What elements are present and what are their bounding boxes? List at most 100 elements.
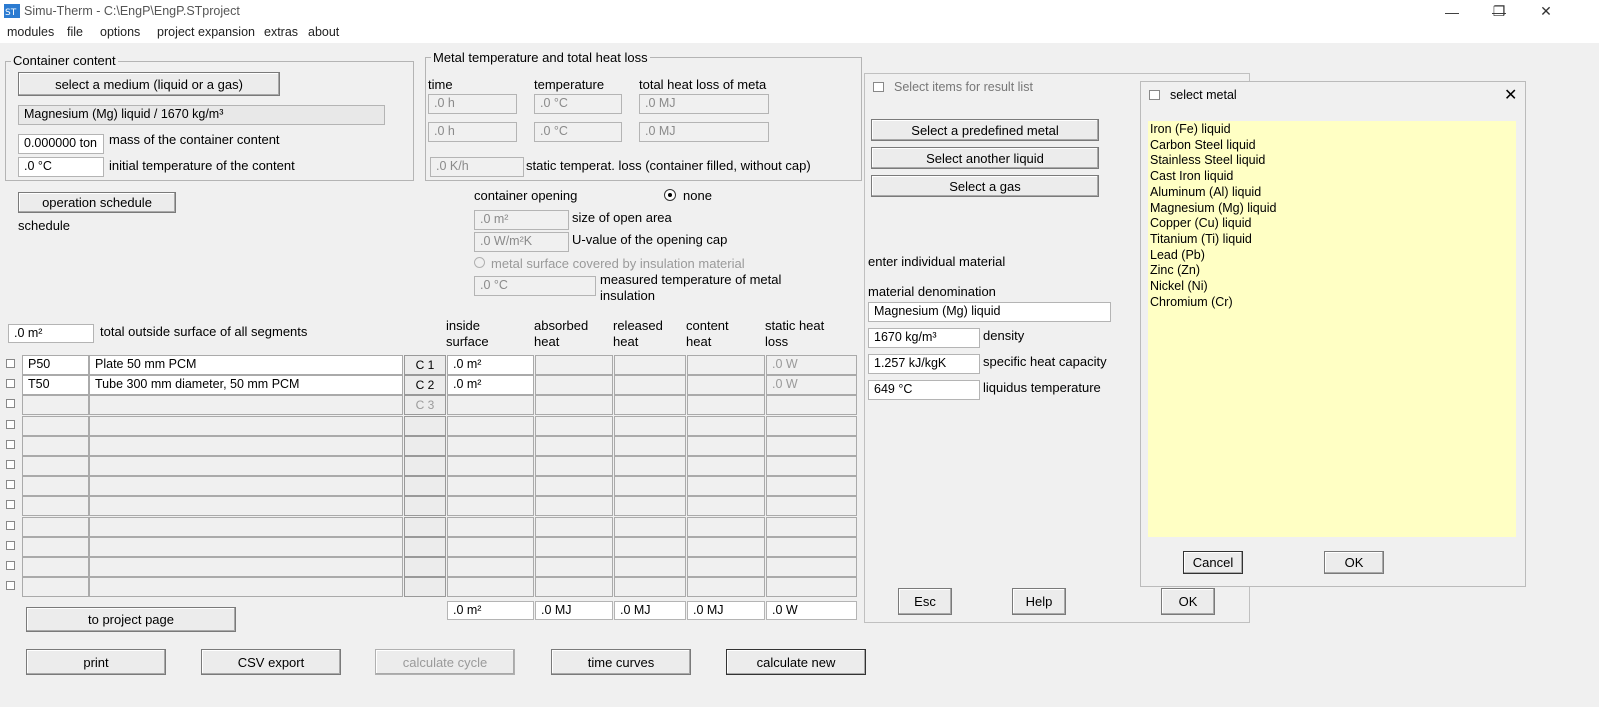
row-code[interactable]: [22, 436, 89, 456]
metal-list-item[interactable]: Magnesium (Mg) liquid: [1150, 201, 1514, 217]
row-segment-button[interactable]: C 1: [404, 355, 446, 375]
metal-dialog-close-icon[interactable]: ✕: [1504, 85, 1517, 105]
metal-list-item[interactable]: Zinc (Zn): [1150, 263, 1514, 279]
denomination-input[interactable]: Magnesium (Mg) liquid: [868, 302, 1111, 322]
radio-none-label: none: [683, 188, 712, 203]
heat-capacity-input[interactable]: 1.257 kJ/kgK: [868, 354, 980, 374]
row-code[interactable]: [22, 476, 89, 496]
row-name[interactable]: [89, 436, 403, 456]
row-code[interactable]: [22, 416, 89, 436]
metal-list-item[interactable]: Carbon Steel liquid: [1150, 138, 1514, 154]
time-curves-button[interactable]: time curves: [551, 649, 691, 675]
metal-list-item[interactable]: Nickel (Ni): [1150, 279, 1514, 295]
row-segment-button[interactable]: C 2: [404, 375, 446, 395]
esc-button[interactable]: Esc: [898, 588, 952, 615]
row-segment-button[interactable]: [404, 416, 446, 436]
help-button[interactable]: Help: [1012, 588, 1066, 615]
menu-options[interactable]: options: [100, 25, 140, 39]
row-checkbox[interactable]: [6, 480, 15, 489]
row-name[interactable]: Tube 300 mm diameter, 50 mm PCM: [89, 375, 403, 395]
radio-insulation[interactable]: [474, 257, 485, 268]
metal-list-item[interactable]: Lead (Pb): [1150, 248, 1514, 264]
row-name[interactable]: [89, 557, 403, 577]
metal-list-item[interactable]: Stainless Steel liquid: [1150, 153, 1514, 169]
row-checkbox[interactable]: [6, 521, 15, 530]
radio-none[interactable]: [664, 189, 676, 201]
row-code[interactable]: [22, 557, 89, 577]
metal-list-item[interactable]: Titanium (Ti) liquid: [1150, 232, 1514, 248]
row-name[interactable]: [89, 577, 403, 597]
row-checkbox[interactable]: [6, 359, 15, 368]
row-name[interactable]: [89, 517, 403, 537]
metal-list-item[interactable]: Chromium (Cr): [1150, 295, 1514, 311]
maximize-button[interactable]: ❐: [1476, 0, 1522, 23]
row-segment-button[interactable]: [404, 436, 446, 456]
row-checkbox[interactable]: [6, 399, 15, 408]
select-gas-button[interactable]: Select a gas: [871, 175, 1099, 197]
row-absorbed: [535, 355, 613, 375]
row-checkbox[interactable]: [6, 561, 15, 570]
calculate-new-button[interactable]: calculate new: [726, 649, 866, 675]
row-code[interactable]: [22, 577, 89, 597]
liquidus-label: liquidus temperature: [983, 380, 1101, 395]
calculate-cycle-button[interactable]: calculate cycle: [375, 649, 515, 675]
close-button[interactable]: ✕: [1523, 0, 1569, 23]
row-name[interactable]: [89, 456, 403, 476]
row-code[interactable]: [22, 496, 89, 516]
row-checkbox[interactable]: [6, 541, 15, 550]
row-segment-button[interactable]: [404, 557, 446, 577]
csv-export-button[interactable]: CSV export: [201, 649, 341, 675]
print-button[interactable]: print: [26, 649, 166, 675]
row-checkbox[interactable]: [6, 581, 15, 590]
project-page-button[interactable]: to project page: [26, 607, 236, 632]
row-name[interactable]: Plate 50 mm PCM: [89, 355, 403, 375]
cancel-button[interactable]: Cancel: [1183, 551, 1243, 574]
minimize-button[interactable]: —: [1429, 0, 1475, 23]
row-code[interactable]: [22, 517, 89, 537]
row-code[interactable]: P50: [22, 355, 89, 375]
row-code[interactable]: [22, 395, 89, 415]
menu-project-expansion[interactable]: project expansion: [157, 25, 255, 39]
metal-list[interactable]: Iron (Fe) liquid Carbon Steel liquid Stain…: [1148, 121, 1516, 537]
select-another-liquid-button[interactable]: Select another liquid: [871, 147, 1099, 169]
row-name[interactable]: [89, 395, 403, 415]
row-segment-button[interactable]: C 3: [404, 395, 446, 415]
total-surface-field[interactable]: .0 m²: [8, 324, 94, 343]
metal-ok-button[interactable]: OK: [1324, 551, 1384, 574]
row-checkbox[interactable]: [6, 440, 15, 449]
metal-list-item[interactable]: Copper (Cu) liquid: [1150, 216, 1514, 232]
row-checkbox[interactable]: [6, 379, 15, 388]
row-segment-button[interactable]: [404, 577, 446, 597]
row-code[interactable]: [22, 537, 89, 557]
select-predefined-metal-button[interactable]: Select a predefined metal: [871, 119, 1099, 141]
operation-schedule-button[interactable]: operation schedule: [18, 192, 176, 213]
row-checkbox[interactable]: [6, 420, 15, 429]
row-name[interactable]: [89, 496, 403, 516]
result-ok-button[interactable]: OK: [1161, 588, 1215, 615]
metal-list-item[interactable]: Aluminum (Al) liquid: [1150, 185, 1514, 201]
menu-file[interactable]: file: [67, 25, 83, 39]
row-segment-button[interactable]: [404, 476, 446, 496]
row-name[interactable]: [89, 416, 403, 436]
initial-temp-input[interactable]: .0 °C: [18, 157, 104, 177]
metal-list-item[interactable]: Cast Iron liquid: [1150, 169, 1514, 185]
row-checkbox[interactable]: [6, 500, 15, 509]
row-code[interactable]: T50: [22, 375, 89, 395]
menu-about[interactable]: about: [308, 25, 339, 39]
metal-list-item[interactable]: Iron (Fe) liquid: [1150, 122, 1514, 138]
row-segment-button[interactable]: [404, 537, 446, 557]
row-name[interactable]: [89, 476, 403, 496]
row-code[interactable]: [22, 456, 89, 476]
menu-modules[interactable]: modules: [7, 25, 54, 39]
row-segment-button[interactable]: [404, 496, 446, 516]
row-released: [614, 577, 686, 597]
row-segment-button[interactable]: [404, 456, 446, 476]
liquidus-input[interactable]: 649 °C: [868, 380, 980, 400]
mass-input[interactable]: 0.000000 ton: [18, 134, 104, 154]
row-checkbox[interactable]: [6, 460, 15, 469]
row-segment-button[interactable]: [404, 517, 446, 537]
row-name[interactable]: [89, 537, 403, 557]
menu-extras[interactable]: extras: [264, 25, 298, 39]
select-medium-button[interactable]: select a medium (liquid or a gas): [18, 72, 280, 96]
density-input[interactable]: 1670 kg/m³: [868, 328, 980, 348]
